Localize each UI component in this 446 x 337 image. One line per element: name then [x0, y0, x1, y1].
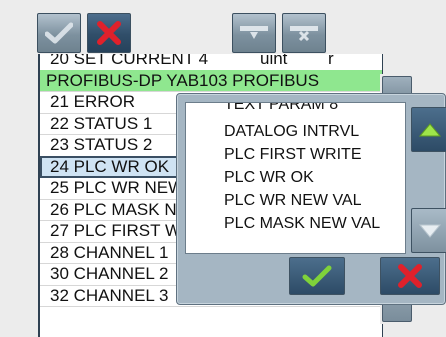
parameter-option-list[interactable]: TEXT PARAM 8 DATALOG INTRVL PLC FIRST WRIT… [185, 102, 406, 254]
dialog-cancel-button[interactable] [380, 257, 440, 295]
triangle-up-icon [418, 122, 442, 136]
confirm-button[interactable] [37, 13, 81, 53]
table-group-row[interactable]: PROFIBUS-DP YAB103 PROFIBUS [40, 69, 382, 92]
parameter-select-dialog: TEXT PARAM 8 DATALOG INTRVL PLC FIRST WRIT… [176, 93, 446, 305]
parameter-option[interactable]: PLC MASK NEW VAL [224, 214, 380, 234]
row-access: r [328, 54, 334, 68]
row-name: 30 CHANNEL 2 [50, 264, 169, 283]
parameter-option[interactable]: TEXT PARAM 8 [224, 103, 338, 115]
row-name: 20 SET CURRENT 4 [50, 54, 209, 68]
dialog-ok-button[interactable] [289, 257, 345, 295]
triangle-down-icon [418, 224, 442, 238]
check-icon [302, 265, 332, 287]
row-name: 28 CHANNEL 1 [50, 242, 169, 262]
parameter-option[interactable]: PLC WR NEW VAL [224, 191, 362, 211]
row-type: uint [260, 54, 288, 68]
row-name: 23 STATUS 2 [50, 135, 153, 154]
delete-button[interactable] [87, 13, 131, 53]
check-icon [45, 22, 73, 44]
row-name: 21 ERROR [50, 92, 136, 111]
table-row[interactable]: 20 SET CURRENT 4 uint r [40, 54, 382, 71]
move-button[interactable] [232, 13, 276, 53]
row-name: PROFIBUS-DP YAB103 PROFIBUS [46, 70, 320, 90]
row-name: 24 PLC WR OK [50, 156, 170, 176]
parameter-option[interactable]: PLC FIRST WRITE [224, 145, 362, 165]
list-scroll-up-button[interactable] [411, 107, 446, 152]
parameter-option[interactable]: PLC WR OK [224, 168, 314, 188]
move-arrow-icon [240, 26, 268, 39]
row-name: 22 STATUS 1 [50, 113, 153, 133]
move-remove-icon [290, 26, 318, 42]
list-scroll-down-button[interactable] [411, 208, 446, 253]
move-remove-button[interactable] [282, 13, 326, 53]
row-name: 32 CHANNEL 3 [50, 285, 169, 305]
x-icon [97, 21, 121, 45]
parameter-option[interactable]: DATALOG INTRVL [224, 122, 359, 142]
x-icon [398, 264, 422, 288]
